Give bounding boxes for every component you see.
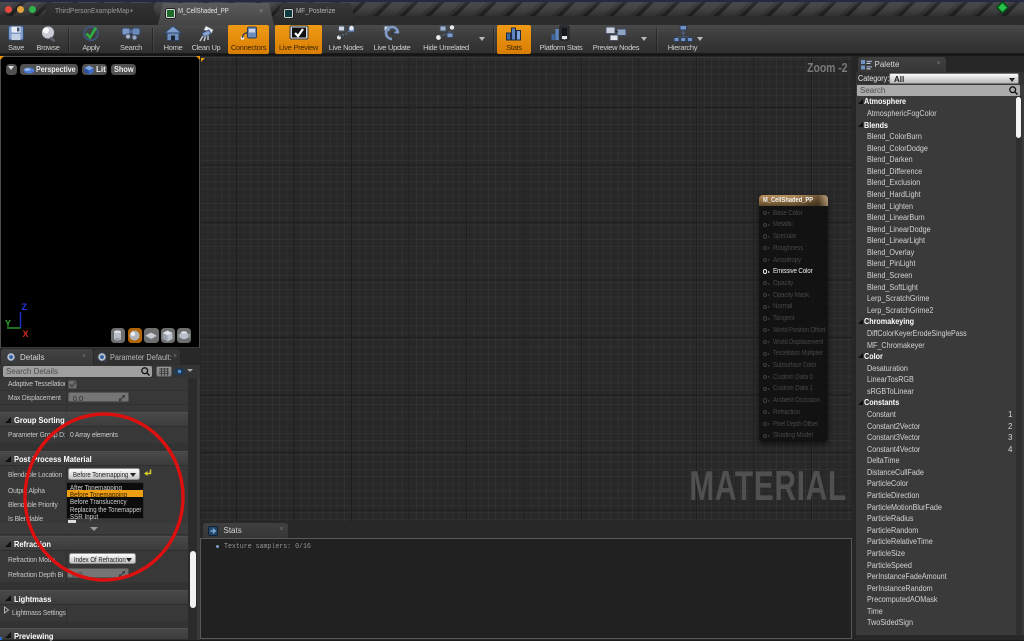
svg-text:X: X xyxy=(23,329,29,338)
svg-text:Y: Y xyxy=(5,319,11,329)
svg-text:Z: Z xyxy=(22,302,28,312)
